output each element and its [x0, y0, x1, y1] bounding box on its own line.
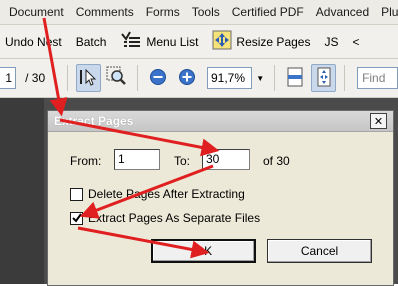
- chevron-down-icon[interactable]: ▼: [256, 74, 264, 83]
- cancel-button[interactable]: Cancel: [267, 239, 372, 263]
- batch-label: Batch: [75, 34, 107, 49]
- dialog-titlebar[interactable]: Extract Pages ✕: [48, 111, 393, 132]
- from-label: From:: [70, 154, 102, 168]
- js-label: JS: [324, 34, 339, 49]
- command-toolbar: Undo Nest Batch Menu List Resize Pages J…: [0, 25, 398, 59]
- zoom-in-icon: [178, 68, 196, 89]
- separate-files-checkbox[interactable]: [70, 212, 83, 225]
- resize-pages-label: Resize Pages: [236, 34, 311, 49]
- close-icon: ✕: [373, 115, 384, 128]
- page-total-label: / 30: [25, 71, 46, 85]
- toolbar-separator: [137, 65, 139, 91]
- zoom-lens-icon: [106, 66, 128, 91]
- menu-forms[interactable]: Forms: [140, 5, 186, 19]
- toolbar-separator: [67, 65, 68, 91]
- menu-tools[interactable]: Tools: [186, 5, 226, 19]
- js-button[interactable]: JS: [317, 29, 345, 55]
- undo-nest-label: Undo Nest: [5, 34, 62, 49]
- resize-pages-icon: [212, 30, 232, 53]
- navigation-panel: [0, 98, 44, 284]
- menu-list-button[interactable]: Menu List: [113, 29, 205, 55]
- menu-list-label: Menu List: [146, 34, 199, 49]
- menu-bar: Document Comments Forms Tools Certified …: [0, 0, 398, 25]
- select-cursor-icon: [78, 67, 98, 90]
- zoom-in-button[interactable]: [175, 64, 199, 92]
- page-count-label: of 30: [263, 154, 290, 168]
- cancel-label: Cancel: [300, 244, 339, 258]
- dialog-title: Extract Pages: [54, 114, 134, 128]
- menu-list-icon: [120, 31, 142, 52]
- fit-page-button[interactable]: [311, 64, 337, 92]
- batch-button[interactable]: Batch: [69, 29, 114, 55]
- menu-plug-ins[interactable]: Plug-Ins: [375, 5, 398, 19]
- to-label: To:: [174, 154, 191, 168]
- marquee-zoom-button[interactable]: [105, 64, 129, 92]
- toolbar-separator: [344, 65, 346, 91]
- ok-button[interactable]: OK: [151, 239, 256, 263]
- navigation-toolbar: 1 / 30 91,7% ▼ Find: [0, 59, 398, 98]
- ok-label: OK: [194, 244, 213, 258]
- to-page-input[interactable]: 30: [202, 149, 250, 170]
- overflow-label: <: [352, 34, 360, 49]
- menu-comments[interactable]: Comments: [70, 5, 140, 19]
- separate-files-label[interactable]: Extract Pages As Separate Files: [88, 211, 260, 225]
- fit-page-icon: [314, 67, 334, 90]
- delete-pages-checkbox[interactable]: [70, 188, 83, 201]
- menu-advanced[interactable]: Advanced: [310, 5, 375, 19]
- find-input[interactable]: Find: [357, 67, 398, 89]
- fit-width-button[interactable]: [283, 64, 307, 92]
- resize-pages-button[interactable]: Resize Pages: [205, 29, 317, 55]
- toolbar-separator: [274, 65, 275, 91]
- zoom-out-button[interactable]: [146, 64, 170, 92]
- undo-nest-button[interactable]: Undo Nest: [0, 29, 69, 55]
- delete-pages-label[interactable]: Delete Pages After Extracting: [88, 187, 245, 201]
- toolbar-overflow-button[interactable]: <: [345, 29, 366, 55]
- select-tool-button[interactable]: [76, 64, 101, 92]
- menu-certified-pdf[interactable]: Certified PDF: [226, 5, 310, 19]
- from-page-input[interactable]: 1: [114, 149, 160, 170]
- zoom-out-icon: [149, 68, 167, 89]
- close-button[interactable]: ✕: [370, 113, 387, 129]
- zoom-level-input[interactable]: 91,7%: [207, 67, 253, 89]
- menu-document[interactable]: Document: [0, 5, 70, 19]
- checkmark-icon: [71, 212, 82, 226]
- extract-pages-dialog: Extract Pages ✕ From: 1 To: 30 of 30 Del…: [47, 110, 394, 286]
- page-number-input[interactable]: 1: [0, 67, 17, 89]
- fit-width-icon: [285, 67, 305, 90]
